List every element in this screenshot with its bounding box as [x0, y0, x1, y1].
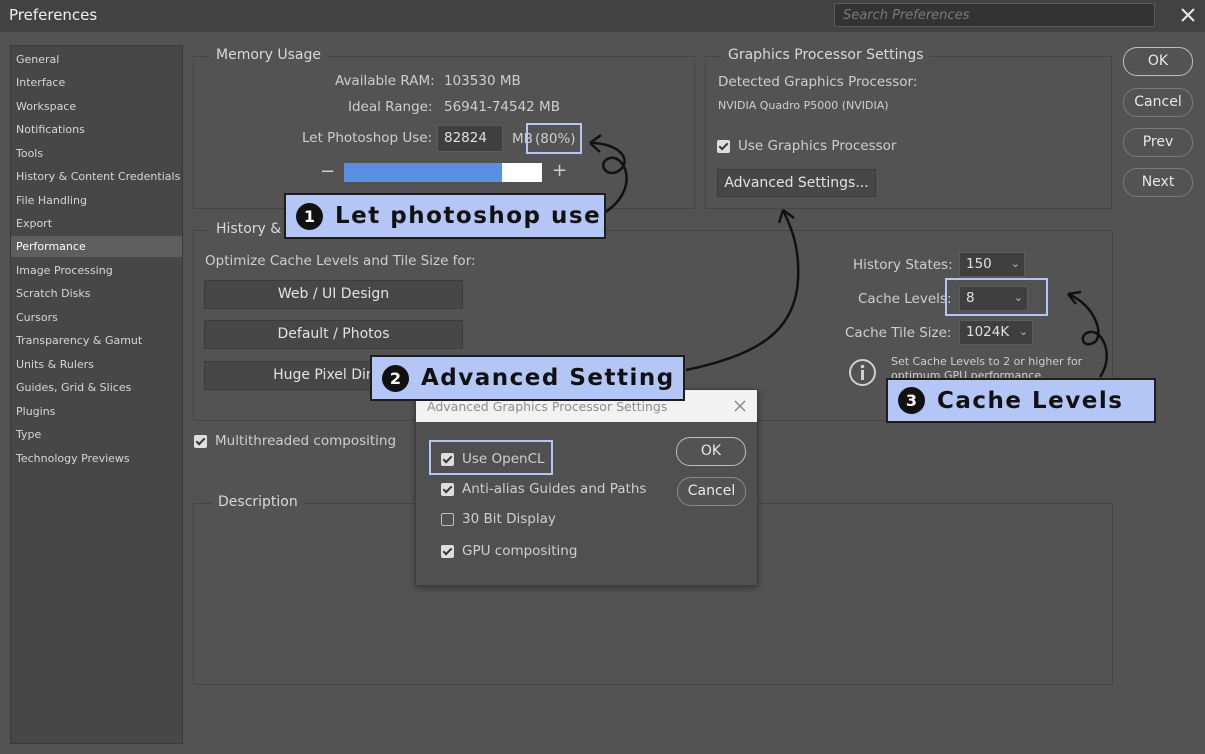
- annotation-number: 1: [296, 202, 323, 230]
- annotation-1: 1 Let photoshop use: [284, 193, 606, 239]
- annotation-text: Advanced Setting: [421, 365, 675, 391]
- annotation-text: Let photoshop use: [335, 203, 602, 229]
- annotation-number: 2: [382, 364, 409, 392]
- annotation-number: 3: [898, 387, 925, 414]
- annotation-text: Cache Levels: [937, 387, 1124, 414]
- annotation-2: 2 Advanced Setting: [370, 355, 685, 401]
- annotation-3: 3 Cache Levels: [886, 378, 1156, 423]
